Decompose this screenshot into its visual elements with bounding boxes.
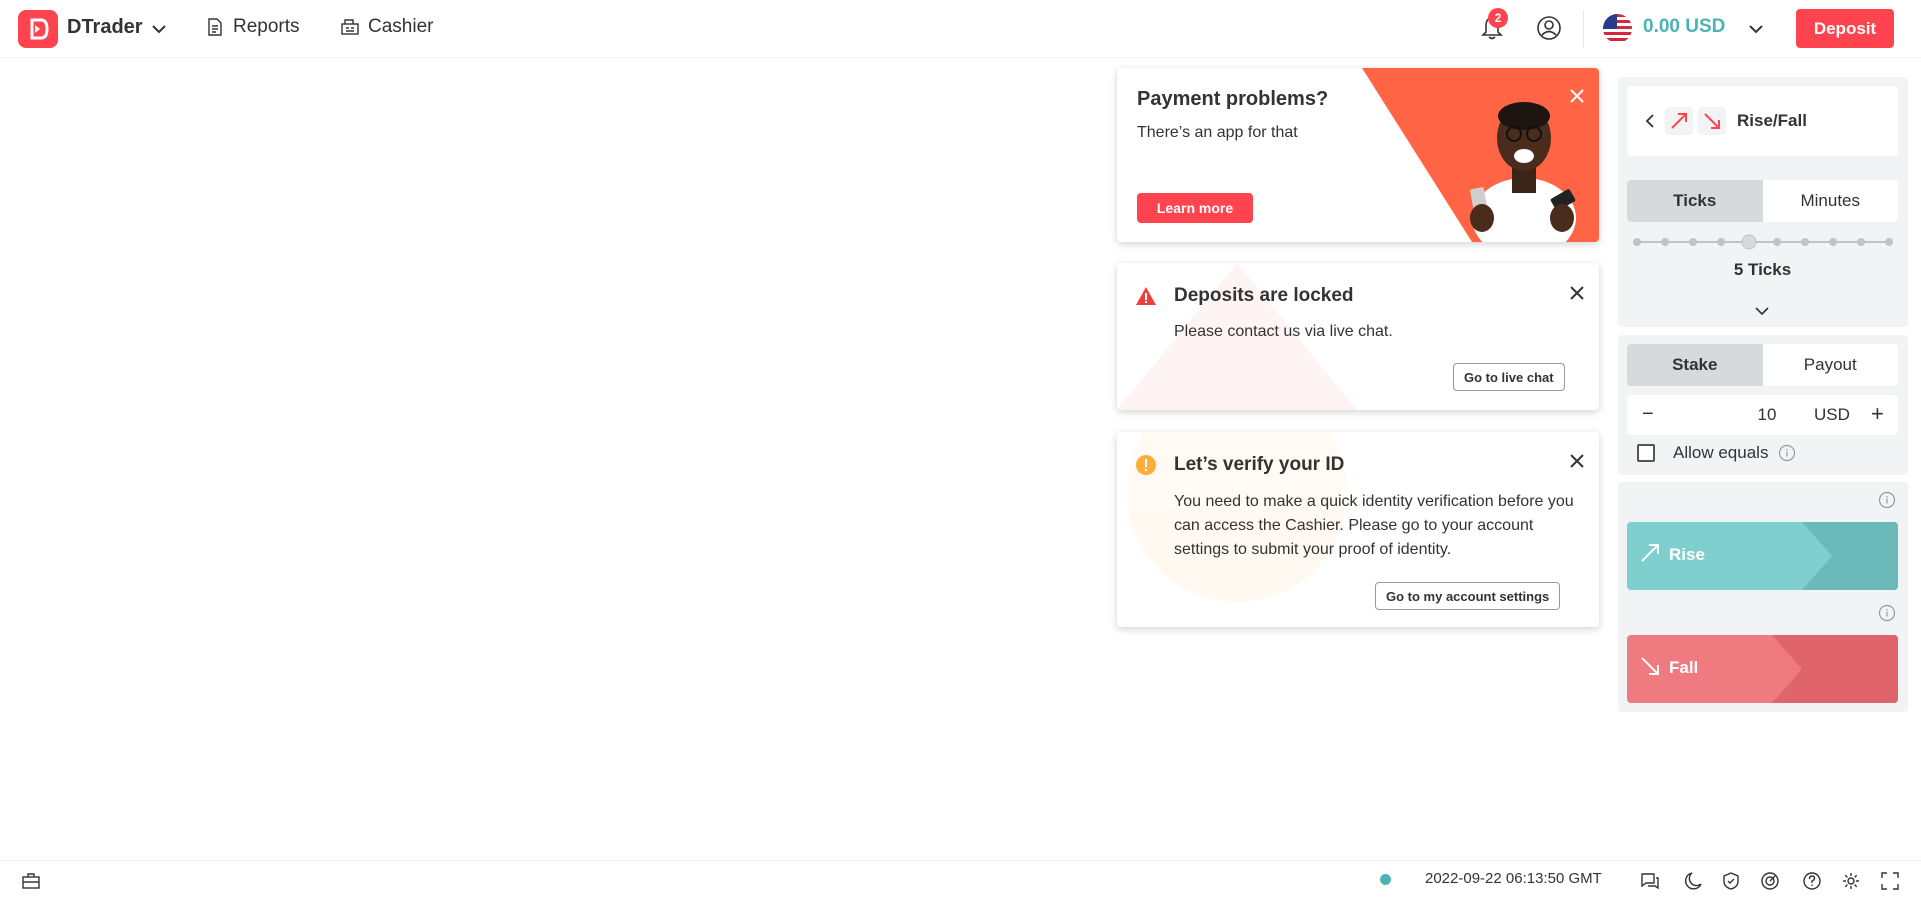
stake-increment-button[interactable]: + (1871, 401, 1884, 427)
rise-type-icon (1665, 107, 1693, 135)
tab-payout[interactable]: Payout (1763, 344, 1899, 386)
promo-subtitle: There’s an app for that (1137, 124, 1298, 141)
tab-stake[interactable]: Stake (1627, 344, 1763, 386)
duration-unit-toggle: Ticks Minutes (1627, 180, 1898, 222)
promo-title: Payment problems? (1137, 88, 1329, 110)
promo-banner-illustration (1362, 68, 1599, 242)
rise-purchase-button[interactable]: Rise (1627, 522, 1898, 590)
close-icon[interactable] (1567, 86, 1587, 106)
responsible-trading-icon[interactable] (1760, 871, 1780, 891)
server-time: 2022-09-22 06:13:50 GMT (1425, 870, 1602, 887)
fall-purchase-button[interactable]: Fall (1627, 635, 1898, 703)
deposits-locked-text: Please contact us via live chat. (1174, 323, 1393, 340)
nav-cashier-label: Cashier (368, 16, 434, 37)
account-icon[interactable] (1535, 14, 1563, 42)
positions-briefcase-icon[interactable] (21, 871, 41, 891)
chevron-down-icon[interactable] (1754, 303, 1770, 319)
contract-type-selector[interactable]: Rise/Fall (1627, 86, 1898, 156)
stake-decrement-button[interactable]: − (1642, 403, 1654, 426)
alert-circle-icon (1136, 455, 1156, 475)
fall-label: Fall (1669, 658, 1699, 677)
close-icon[interactable] (1567, 283, 1587, 303)
rise-label: Rise (1669, 545, 1705, 564)
verify-id-title: Let’s verify your ID (1174, 454, 1345, 475)
header: DTrader Reports Cashier 2 0.00 USD Depos… (0, 0, 1921, 58)
verify-id-text: You need to make a quick identity verifi… (1174, 493, 1574, 558)
fall-type-icon (1698, 107, 1726, 135)
footer (0, 860, 1921, 900)
tab-ticks[interactable]: Ticks (1627, 180, 1763, 222)
slider-step[interactable] (1857, 238, 1865, 246)
logo-mark-icon (30, 18, 49, 40)
header-divider (1583, 10, 1584, 48)
slider-step[interactable] (1829, 238, 1837, 246)
slider-step[interactable] (1717, 238, 1725, 246)
amount-type-toggle: Stake Payout (1627, 344, 1898, 386)
warning-triangle-icon (1136, 287, 1156, 305)
account-balance[interactable]: 0.00 USD (1643, 16, 1725, 38)
settings-gear-icon[interactable] (1841, 871, 1861, 891)
fall-info-icon[interactable] (1878, 604, 1896, 622)
connection-status-dot (1380, 874, 1391, 885)
info-icon[interactable] (1778, 444, 1796, 462)
rise-button-bg (1627, 522, 1898, 590)
duration-value: 5 Ticks (1733, 260, 1792, 279)
slider-step[interactable] (1801, 238, 1809, 246)
nav-cashier[interactable]: Cashier (340, 16, 433, 38)
fall-arrow-icon (1641, 657, 1659, 675)
stake-value[interactable]: 10 (1727, 405, 1807, 425)
allow-equals-checkbox[interactable] (1637, 444, 1655, 462)
slider-step[interactable] (1689, 238, 1697, 246)
nav-reports[interactable]: Reports (205, 16, 300, 38)
slider-thumb[interactable] (1741, 234, 1757, 250)
account-switcher-chevron-icon[interactable] (1745, 18, 1767, 40)
fall-button-bg (1627, 635, 1898, 703)
slider-step[interactable] (1661, 238, 1669, 246)
cashier-icon (341, 19, 359, 35)
reports-icon (208, 18, 222, 36)
deriv-logo[interactable] (18, 10, 58, 48)
go-to-account-settings-button[interactable]: Go to my account settings (1375, 582, 1561, 610)
theme-moon-icon[interactable] (1684, 871, 1704, 891)
stake-input[interactable]: − 10 USD + (1627, 395, 1898, 435)
fullscreen-icon[interactable] (1880, 871, 1900, 891)
app-switcher-chevron-icon[interactable] (150, 20, 168, 38)
slider-step[interactable] (1773, 238, 1781, 246)
allow-equals-label: Allow equals (1673, 443, 1769, 462)
tab-minutes[interactable]: Minutes (1763, 180, 1899, 222)
help-icon[interactable] (1802, 871, 1822, 891)
usd-flag-icon (1603, 14, 1632, 43)
stake-currency: USD (1814, 405, 1850, 424)
tick-duration-slider[interactable] (1633, 232, 1893, 252)
deposits-locked-card: Deposits are locked Please contact us vi… (1117, 263, 1599, 410)
app-title[interactable]: DTrader (67, 16, 143, 39)
chevron-left-icon[interactable] (1642, 113, 1658, 129)
promo-card: Payment problems? There’s an app for tha… (1117, 68, 1599, 242)
rise-info-icon[interactable] (1878, 491, 1896, 509)
deposit-button[interactable]: Deposit (1796, 9, 1894, 48)
verify-id-card: Let’s verify your ID You need to make a … (1117, 432, 1599, 627)
close-icon[interactable] (1567, 451, 1587, 471)
learn-more-button[interactable]: Learn more (1137, 193, 1253, 223)
notification-count-badge: 2 (1488, 8, 1508, 28)
deposits-locked-title: Deposits are locked (1174, 285, 1354, 306)
slider-step[interactable] (1885, 238, 1893, 246)
go-to-live-chat-button[interactable]: Go to live chat (1453, 363, 1565, 391)
shield-icon[interactable] (1721, 871, 1741, 891)
slider-step[interactable] (1633, 238, 1641, 246)
nav-reports-label: Reports (233, 16, 300, 37)
rise-arrow-icon (1641, 544, 1659, 562)
contract-type-label: Rise/Fall (1737, 111, 1807, 130)
live-chat-icon[interactable] (1640, 871, 1660, 891)
